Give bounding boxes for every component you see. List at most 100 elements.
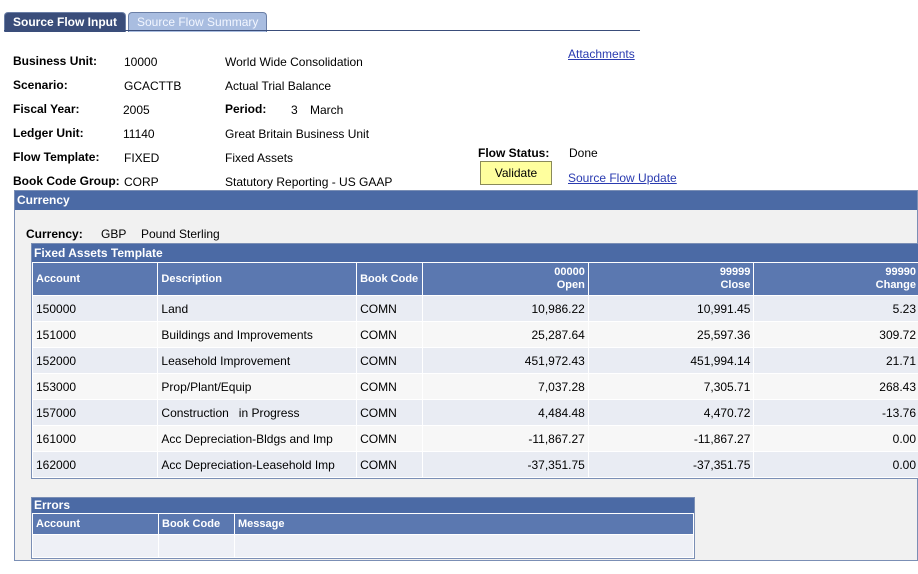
cell-account: 161000 bbox=[31, 425, 159, 452]
cell-open: 4,484.48 bbox=[422, 399, 589, 426]
scenario-name: Actual Trial Balance bbox=[225, 79, 332, 93]
cell-book-code: COMN bbox=[356, 347, 424, 374]
flow-template-name: Fixed Assets bbox=[225, 151, 294, 165]
tab-source-flow-input[interactable]: Source Flow Input bbox=[4, 12, 126, 32]
cell-description: Land bbox=[157, 295, 358, 322]
validate-button[interactable]: Validate bbox=[480, 161, 552, 185]
period-name: March bbox=[310, 103, 344, 117]
col-header-open-code: 00000 bbox=[554, 266, 585, 278]
flow-status-value: Done bbox=[569, 146, 598, 160]
col-header-open[interactable]: 00000 Open bbox=[422, 262, 589, 296]
cell-open: 25,287.64 bbox=[422, 321, 589, 348]
flow-template-label: Flow Template: bbox=[13, 150, 100, 164]
errors-grid: Errors Account Book Code Message bbox=[31, 497, 695, 559]
scenario-label: Scenario: bbox=[13, 78, 68, 92]
errors-empty-cell bbox=[32, 534, 159, 558]
flow-template-code: FIXED bbox=[124, 151, 160, 165]
cell-account: 151000 bbox=[31, 321, 159, 348]
cell-description: Prop/Plant/Equip bbox=[157, 373, 358, 400]
business-unit-label: Business Unit: bbox=[13, 54, 98, 68]
errors-empty-row bbox=[32, 534, 694, 558]
cell-change: 21.71 bbox=[753, 347, 918, 374]
cell-change: 5.23 bbox=[753, 295, 918, 322]
grid-title: Fixed Assets Template bbox=[32, 244, 918, 262]
tab-source-flow-summary[interactable]: Source Flow Summary bbox=[128, 12, 268, 32]
col-header-account[interactable]: Account bbox=[31, 262, 159, 296]
cell-account: 152000 bbox=[31, 347, 159, 374]
cell-book-code: COMN bbox=[356, 425, 424, 452]
col-header-close-code: 99999 bbox=[719, 266, 751, 278]
col-header-open-label: Open bbox=[556, 279, 585, 291]
cell-description: Buildings and Improvements bbox=[157, 321, 358, 348]
tab-divider bbox=[4, 30, 640, 31]
flow-status-label: Flow Status: bbox=[478, 146, 550, 160]
errors-col-account[interactable]: Account bbox=[32, 513, 159, 535]
book-code-group-code: CORP bbox=[124, 175, 159, 189]
table-row: 162000 Acc Depreciation-Leasehold Imp CO… bbox=[31, 451, 918, 478]
col-header-close[interactable]: 99999 Close bbox=[587, 262, 755, 296]
book-code-group-name: Statutory Reporting - US GAAP bbox=[225, 175, 393, 189]
scenario-code: GCACTTB bbox=[124, 79, 182, 93]
col-header-close-label: Close bbox=[720, 279, 751, 291]
cell-description: Acc Depreciation-Bldgs and Imp bbox=[157, 425, 358, 452]
currency-section-title: Currency bbox=[15, 191, 917, 210]
errors-col-message[interactable]: Message bbox=[234, 513, 694, 535]
currency-label: Currency: bbox=[26, 227, 83, 241]
cell-close: -11,867.27 bbox=[587, 425, 755, 452]
cell-change: -13.76 bbox=[753, 399, 918, 426]
ledger-unit-name: Great Britain Business Unit bbox=[225, 127, 370, 141]
cell-description: Construction in Progress bbox=[157, 399, 358, 426]
currency-name: Pound Sterling bbox=[141, 227, 220, 241]
cell-open: -11,867.27 bbox=[422, 425, 589, 452]
cell-book-code: COMN bbox=[356, 321, 424, 348]
cell-close: 25,597.36 bbox=[587, 321, 755, 348]
table-row: 152000 Leasehold Improvement COMN 451,97… bbox=[31, 347, 918, 374]
fixed-assets-table: Account Description Book Code 00000 Open… bbox=[31, 262, 918, 478]
cell-close: 451,994.14 bbox=[587, 347, 755, 374]
errors-empty-cell bbox=[234, 534, 694, 558]
cell-book-code: COMN bbox=[356, 451, 424, 478]
cell-open: 451,972.43 bbox=[422, 347, 589, 374]
errors-table: Account Book Code Message bbox=[32, 513, 694, 558]
cell-book-code: COMN bbox=[356, 295, 424, 322]
cell-account: 153000 bbox=[31, 373, 159, 400]
cell-open: -37,351.75 bbox=[422, 451, 589, 478]
cell-book-code: COMN bbox=[356, 399, 424, 426]
ledger-unit-label: Ledger Unit: bbox=[13, 126, 84, 140]
errors-col-book-code[interactable]: Book Code bbox=[158, 513, 235, 535]
cell-account: 162000 bbox=[31, 451, 159, 478]
col-header-change-label: Change bbox=[875, 279, 916, 291]
cell-book-code: COMN bbox=[356, 373, 424, 400]
table-row: 151000 Buildings and Improvements COMN 2… bbox=[31, 321, 918, 348]
cell-change: 0.00 bbox=[753, 425, 918, 452]
table-row: 157000 Construction in Progress COMN 4,4… bbox=[31, 399, 918, 426]
table-row: 161000 Acc Depreciation-Bldgs and Imp CO… bbox=[31, 425, 918, 452]
cell-account: 157000 bbox=[31, 399, 159, 426]
cell-open: 10,986.22 bbox=[422, 295, 589, 322]
fixed-assets-grid: Fixed Assets Template Account Descriptio… bbox=[31, 243, 918, 479]
ledger-unit-code: 11140 bbox=[123, 127, 155, 141]
cell-close: 4,470.72 bbox=[587, 399, 755, 426]
source-flow-update-link[interactable]: Source Flow Update bbox=[568, 171, 677, 185]
currency-section: Currency Currency: GBP Pound Sterling Fi… bbox=[14, 190, 918, 561]
col-header-description[interactable]: Description bbox=[157, 262, 358, 296]
cell-open: 7,037.28 bbox=[422, 373, 589, 400]
table-row: 153000 Prop/Plant/Equip COMN 7,037.28 7,… bbox=[31, 373, 918, 400]
fiscal-year-label: Fiscal Year: bbox=[13, 102, 80, 116]
period-label: Period: bbox=[225, 102, 267, 116]
col-header-book-code[interactable]: Book Code bbox=[356, 262, 424, 296]
errors-empty-cell bbox=[158, 534, 235, 558]
errors-header-row: Account Book Code Message bbox=[32, 513, 694, 535]
cell-change: 268.43 bbox=[753, 373, 918, 400]
errors-title: Errors bbox=[32, 498, 694, 513]
business-unit-code: 10000 bbox=[124, 55, 158, 69]
col-header-change[interactable]: 99990 Change bbox=[753, 262, 918, 296]
cell-close: -37,351.75 bbox=[587, 451, 755, 478]
period-number: 3 bbox=[291, 103, 298, 117]
cell-account: 150000 bbox=[31, 295, 159, 322]
attachments-link[interactable]: Attachments bbox=[568, 47, 635, 61]
currency-code: GBP bbox=[101, 227, 127, 241]
table-header-row: Account Description Book Code 00000 Open… bbox=[31, 262, 918, 296]
table-row: 150000 Land COMN 10,986.22 10,991.45 5.2… bbox=[31, 295, 918, 322]
cell-description: Acc Depreciation-Leasehold Imp bbox=[157, 451, 358, 478]
